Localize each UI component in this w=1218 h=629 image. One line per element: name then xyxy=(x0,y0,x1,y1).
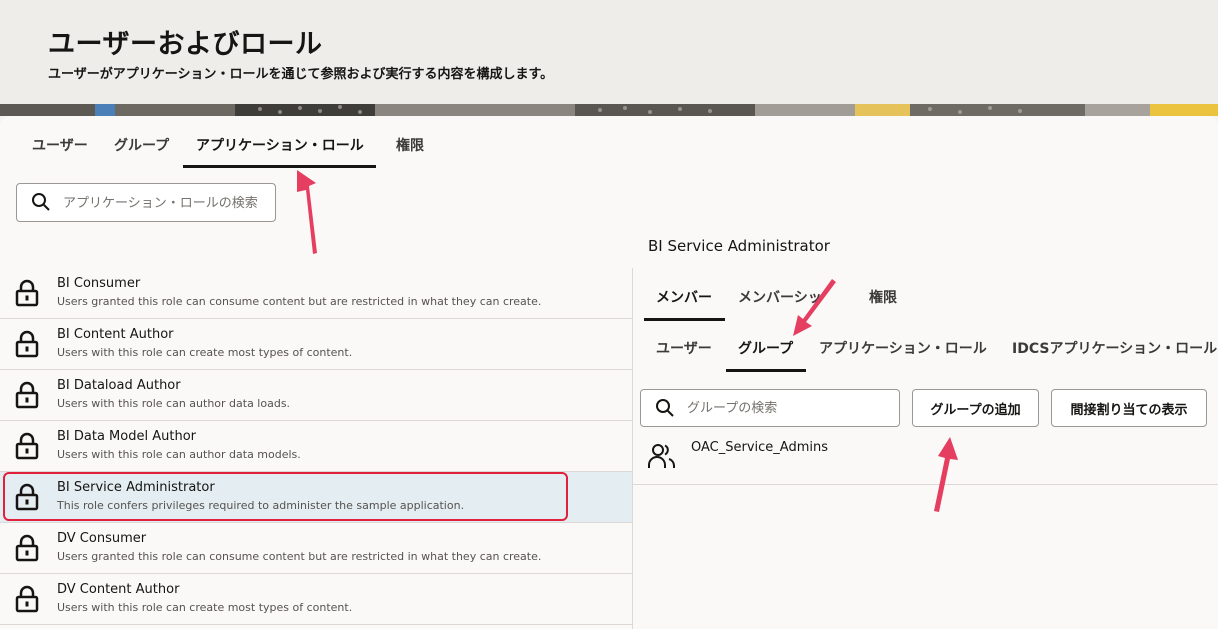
role-description: Users granted this role can consume cont… xyxy=(57,550,542,563)
lock-icon xyxy=(15,279,39,311)
list-item[interactable]: BI Consumer Users granted this role can … xyxy=(0,268,632,319)
tab-memberships[interactable]: メンバーシッ xyxy=(738,287,838,307)
list-item[interactable]: BI Content Author Users with this role c… xyxy=(0,319,632,370)
role-name: DV Content Author xyxy=(57,582,180,597)
page-header: ユーザーおよびロール ユーザーがアプリケーション・ロールを通じて参照および実行す… xyxy=(0,0,1218,104)
page-title: ユーザーおよびロール xyxy=(48,29,323,60)
subtab-application-roles[interactable]: アプリケーション・ロール xyxy=(819,338,987,358)
active-detail-tab-indicator xyxy=(644,318,725,321)
role-description: Users with this role can create most typ… xyxy=(57,346,353,359)
member-row[interactable]: OAC_Service_Admins xyxy=(633,432,1218,485)
lock-icon xyxy=(15,585,39,617)
show-indirect-assignments-button[interactable]: 間接割り当ての表示 xyxy=(1051,389,1207,427)
group-search-input[interactable] xyxy=(687,399,887,417)
role-description: Users granted this role can consume cont… xyxy=(57,295,542,308)
decorative-banner xyxy=(0,104,1218,116)
search-icon xyxy=(31,192,51,216)
tab-members[interactable]: メンバー xyxy=(656,287,712,307)
lock-icon xyxy=(15,381,39,413)
list-item[interactable]: BI Dataload Author Users with this role … xyxy=(0,370,632,421)
list-item[interactable]: DV Content Author Users with this role c… xyxy=(0,574,632,625)
group-search-box[interactable] xyxy=(640,389,900,427)
search-icon xyxy=(655,398,675,422)
role-description: Users with this role can author data loa… xyxy=(57,397,291,410)
page-subtitle: ユーザーがアプリケーション・ロールを通じて参照および実行する内容を構成します。 xyxy=(48,67,554,82)
lock-icon xyxy=(15,330,39,362)
active-tab-indicator xyxy=(183,165,376,168)
lock-icon xyxy=(15,534,39,566)
role-name: BI Data Model Author xyxy=(57,429,196,444)
role-name: BI Dataload Author xyxy=(57,378,181,393)
role-search-box[interactable] xyxy=(16,183,276,222)
role-name: DV Consumer xyxy=(57,531,147,546)
subtab-idcs-application-roles[interactable]: IDCSアプリケーション・ロール xyxy=(1012,338,1218,358)
role-description: Users with this role can author data mod… xyxy=(57,448,301,461)
add-group-button[interactable]: グループの追加 xyxy=(912,389,1039,427)
detail-title: BI Service Administrator xyxy=(648,237,830,255)
lock-icon xyxy=(15,432,39,464)
tab-permissions[interactable]: 権限 xyxy=(396,135,424,155)
subtab-groups[interactable]: グループ xyxy=(738,338,793,358)
selection-highlight-box xyxy=(3,472,568,521)
tab-detail-permissions[interactable]: 権限 xyxy=(869,287,897,307)
tab-users[interactable]: ユーザー xyxy=(32,135,88,155)
tab-application-roles[interactable]: アプリケーション・ロール xyxy=(196,135,364,155)
role-description: Users with this role can create most typ… xyxy=(57,601,353,614)
role-name: BI Consumer xyxy=(57,276,141,291)
subtab-users[interactable]: ユーザー xyxy=(656,338,712,358)
role-search-input[interactable] xyxy=(63,194,268,212)
list-item[interactable]: BI Data Model Author Users with this rol… xyxy=(0,421,632,472)
tab-groups[interactable]: グループ xyxy=(114,135,169,155)
group-icon xyxy=(647,441,677,475)
role-list: BI Consumer Users granted this role can … xyxy=(0,268,632,625)
active-subtab-indicator xyxy=(726,369,806,372)
role-name: BI Content Author xyxy=(57,327,174,342)
list-item[interactable]: DV Consumer Users granted this role can … xyxy=(0,523,632,574)
member-name: OAC_Service_Admins xyxy=(691,440,828,455)
